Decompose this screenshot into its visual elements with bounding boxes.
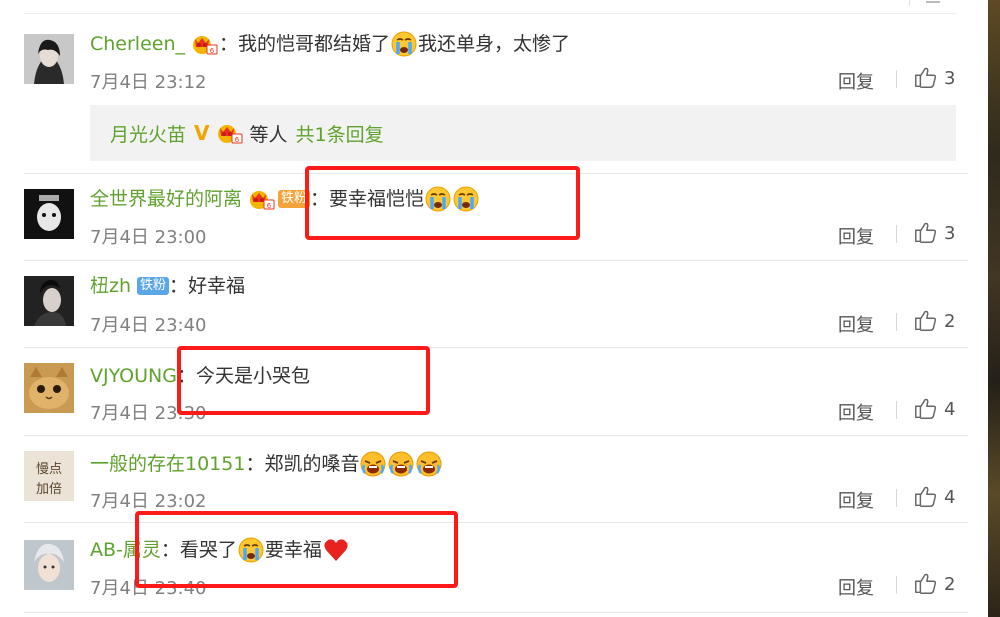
thumbs-up-icon[interactable] — [912, 66, 938, 90]
username[interactable]: 一般的存在10151 — [90, 452, 245, 476]
sub-reply-summary[interactable]: 月光火苗 V 等人 共1条回复 — [90, 105, 956, 161]
svg-text:加倍: 加倍 — [36, 482, 62, 497]
username[interactable]: VJYOUNG — [90, 364, 177, 388]
username[interactable]: 杻zh — [90, 274, 131, 298]
reply-button[interactable]: 回复 — [838, 311, 874, 337]
highlight-box — [135, 511, 458, 588]
comment-item: 慢点 加倍 一般的存在10151 ： 郑凯的嗓音 7月4日 23:02 回复 4 — [0, 436, 988, 522]
comment-text: 郑凯的嗓音 — [264, 453, 360, 475]
highlight-box — [305, 166, 580, 240]
comment-item: VJYOUNG ： 今天是小哭包 7月4日 23:30 回复 4 — [0, 348, 988, 434]
vip-crown-icon — [217, 124, 242, 144]
comment-item: Cherleen_ ： 我的恺哥都结婚了 我还单身，太惨了 7月4日 23:12… — [0, 14, 988, 174]
like-count: 3 — [944, 223, 956, 244]
thumbs-up-icon[interactable] — [912, 309, 938, 333]
sobbing-emoji-icon — [416, 451, 443, 477]
comment-time: 7月4日 23:02 — [90, 491, 207, 512]
sub-reply-username[interactable]: 月光火苗 — [110, 120, 186, 147]
previous-comment-edge — [0, 0, 988, 14]
like-count: 3 — [944, 68, 956, 89]
avatar[interactable]: 慢点 加倍 — [24, 451, 74, 501]
reply-button[interactable]: 回复 — [838, 574, 874, 600]
crying-emoji-icon — [391, 31, 418, 57]
comment-text-cont: 我还单身，太惨了 — [418, 33, 571, 55]
vip-crown-icon — [249, 190, 275, 210]
like-count: 4 — [944, 487, 956, 508]
thumbs-up-icon[interactable] — [912, 221, 938, 245]
fan-badge: 铁粉 — [137, 277, 170, 295]
avatar[interactable] — [24, 34, 74, 84]
avatar[interactable] — [24, 363, 74, 413]
reply-button[interactable]: 回复 — [838, 487, 874, 513]
thumbs-up-icon[interactable] — [912, 572, 938, 596]
avatar[interactable] — [24, 189, 74, 239]
highlight-box — [177, 346, 430, 415]
comment-time: 7月4日 23:00 — [90, 227, 207, 248]
vip-crown-icon — [192, 35, 218, 55]
view-replies-link[interactable]: 共1条回复 — [296, 120, 384, 147]
verified-v-icon: V — [194, 121, 210, 145]
sobbing-emoji-icon — [360, 451, 387, 477]
reply-button[interactable]: 回复 — [838, 68, 874, 94]
thumbs-up-icon[interactable] — [912, 397, 938, 421]
avatar[interactable] — [24, 540, 74, 590]
comment-item: 杻zh 铁粉 ： 好幸福 7月4日 23:40 回复 2 — [0, 261, 988, 347]
reply-button[interactable]: 回复 — [838, 223, 874, 249]
username[interactable]: Cherleen_ — [90, 32, 185, 56]
like-count: 4 — [944, 399, 956, 420]
reply-button[interactable]: 回复 — [838, 399, 874, 425]
comment-time: 7月4日 23:40 — [90, 315, 207, 336]
thumbs-up-icon[interactable] — [912, 485, 938, 509]
like-count: 2 — [944, 574, 956, 595]
username[interactable]: 全世界最好的阿离 — [90, 187, 242, 211]
sobbing-emoji-icon — [388, 451, 415, 477]
avatar[interactable] — [24, 276, 74, 326]
background-edge — [988, 0, 1000, 617]
comment-text: 好幸福 — [188, 275, 246, 297]
comment-text: 我的恺哥都结婚了 — [238, 33, 391, 55]
comment-time: 7月4日 23:12 — [90, 72, 207, 93]
like-count: 2 — [944, 311, 956, 332]
avatar-calligraphy: 慢点 — [36, 461, 62, 477]
